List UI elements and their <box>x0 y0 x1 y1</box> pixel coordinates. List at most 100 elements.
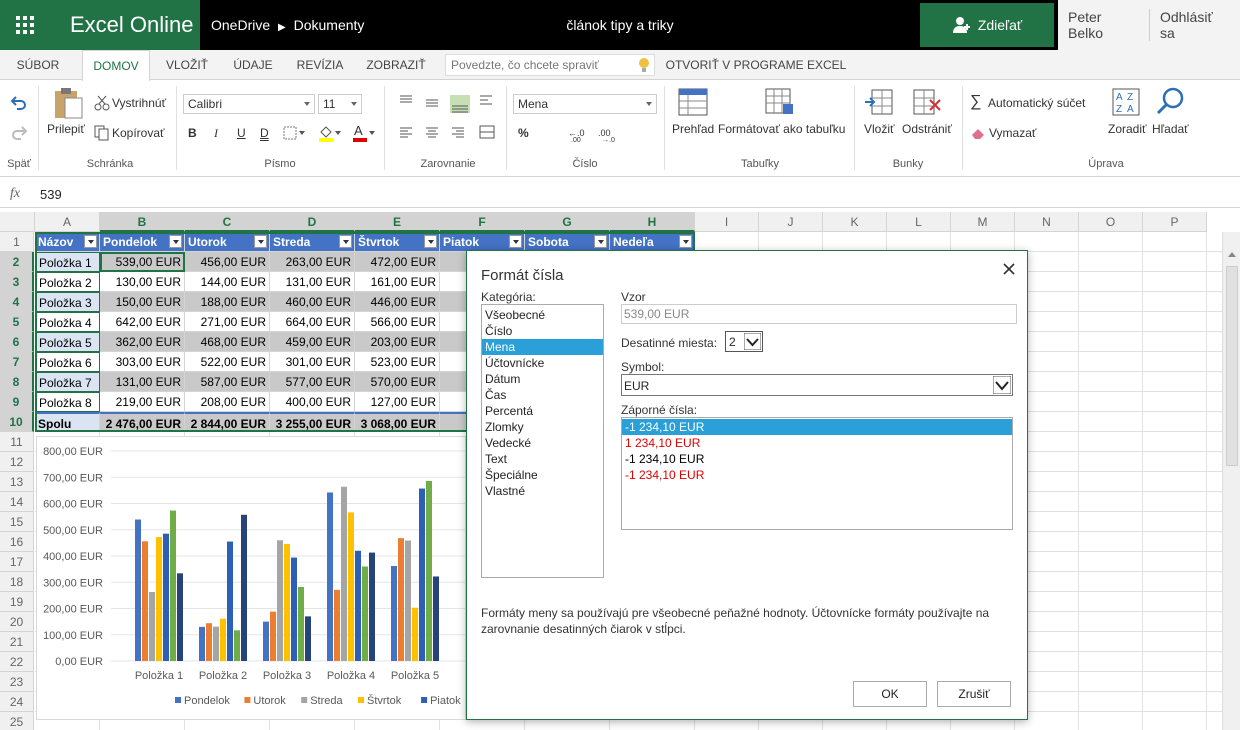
column-header-o[interactable]: O <box>1079 212 1143 232</box>
table-cell[interactable]: 131,00 EUR <box>270 272 355 292</box>
category-item[interactable]: Účtovnícke <box>482 355 603 371</box>
table-cell[interactable]: 577,00 EUR <box>270 372 355 392</box>
table-header-cell[interactable]: Utorok <box>185 232 270 252</box>
table-cell[interactable]: 587,00 EUR <box>185 372 270 392</box>
column-header-p[interactable]: P <box>1143 212 1207 232</box>
total-cell[interactable]: 2 844,00 EUR <box>185 412 270 432</box>
negative-numbers-list[interactable]: -1 234,10 EUR 1 234,10 EUR -1 234,10 EUR -1… <box>621 417 1013 530</box>
table-cell[interactable]: 127,00 EUR <box>355 392 440 412</box>
decimals-select[interactable]: 2 <box>725 331 763 352</box>
row-header-19[interactable]: 19 <box>0 592 34 612</box>
row-header-16[interactable]: 16 <box>0 532 34 552</box>
summary-button[interactable]: Prehľad <box>672 122 714 136</box>
filter-dropdown-icon[interactable] <box>169 235 182 248</box>
row-header-17[interactable]: 17 <box>0 552 34 572</box>
row-header-13[interactable]: 13 <box>0 472 34 492</box>
row-header-21[interactable]: 21 <box>0 632 34 652</box>
sort-icon[interactable]: AZZA <box>1112 88 1142 116</box>
column-header-l[interactable]: L <box>887 212 951 232</box>
table-cell[interactable]: 539,00 EUR <box>100 252 185 272</box>
column-header-n[interactable]: N <box>1015 212 1079 232</box>
number-format-select[interactable]: Mena <box>513 94 657 114</box>
share-button[interactable]: Zdieľať <box>920 3 1054 47</box>
filter-dropdown-icon[interactable] <box>594 235 607 248</box>
filter-dropdown-icon[interactable] <box>509 235 522 248</box>
table-cell[interactable]: Položka 3 <box>35 292 100 312</box>
row-header-14[interactable]: 14 <box>0 492 34 512</box>
negative-format-option[interactable]: -1 234,10 EUR <box>622 419 1012 435</box>
sigma-icon[interactable]: ∑ <box>970 93 981 111</box>
formula-input[interactable]: 539 <box>40 182 62 208</box>
table-cell[interactable]: 203,00 EUR <box>355 332 440 352</box>
table-cell[interactable]: Položka 7 <box>35 372 100 392</box>
category-item[interactable]: Špeciálne <box>482 467 603 483</box>
filter-dropdown-icon[interactable] <box>254 235 267 248</box>
row-header-23[interactable]: 23 <box>0 672 34 692</box>
sort-button[interactable]: Zoradiť <box>1108 122 1147 136</box>
ok-button[interactable]: OK <box>853 681 927 707</box>
cancel-button[interactable]: Zrušiť <box>937 681 1011 707</box>
table-cell[interactable]: 271,00 EUR <box>185 312 270 332</box>
table-cell[interactable]: Položka 5 <box>35 332 100 352</box>
total-cell[interactable]: 3 255,00 EUR <box>270 412 355 432</box>
table-header-cell[interactable]: Štvrtok <box>355 232 440 252</box>
table-cell[interactable]: 188,00 EUR <box>185 292 270 312</box>
copy-icon[interactable] <box>94 125 110 141</box>
category-item[interactable]: Zlomky <box>482 419 603 435</box>
total-cell[interactable]: 3 068,00 EUR <box>355 412 440 432</box>
row-header-10[interactable]: 10 <box>0 412 34 432</box>
tab-vlozit[interactable]: VLOŽIŤ <box>156 50 218 81</box>
scroll-up-icon[interactable] <box>1223 246 1240 264</box>
table-cell[interactable]: 219,00 EUR <box>100 392 185 412</box>
table-cell[interactable]: Položka 4 <box>35 312 100 332</box>
row-header-22[interactable]: 22 <box>0 652 34 672</box>
row-header-5[interactable]: 5 <box>0 312 34 332</box>
negative-format-option[interactable]: 1 234,10 EUR <box>622 435 1012 451</box>
signout-link[interactable]: Odhlásiť sa <box>1150 9 1240 41</box>
table-header-cell[interactable]: Nedeľa <box>610 232 695 252</box>
column-header-f[interactable]: F <box>440 212 525 232</box>
row-header-20[interactable]: 20 <box>0 612 34 632</box>
table-cell[interactable]: 459,00 EUR <box>270 332 355 352</box>
alignment-icons[interactable] <box>398 93 498 143</box>
column-header-j[interactable]: J <box>759 212 823 232</box>
column-header-g[interactable]: G <box>525 212 610 232</box>
table-cell[interactable]: 570,00 EUR <box>355 372 440 392</box>
insert-cells-icon[interactable] <box>864 88 894 116</box>
category-item[interactable]: Dátum <box>482 371 603 387</box>
tell-me-input[interactable]: Povedzte, čo chcete spraviť <box>445 54 655 76</box>
column-header-b[interactable]: B <box>100 212 185 232</box>
table-cell[interactable]: Položka 1 <box>35 252 100 272</box>
user-name[interactable]: Peter Belko <box>1058 9 1149 41</box>
breadcrumb-onedrive[interactable]: OneDrive <box>211 17 270 33</box>
table-cell[interactable]: 446,00 EUR <box>355 292 440 312</box>
filter-dropdown-icon[interactable] <box>424 235 437 248</box>
column-chart[interactable]: 800,00 EUR 700,00 EUR 600,00 EUR 500,00 EUR… <box>36 436 484 720</box>
delete-button[interactable]: Odstrániť <box>902 122 952 136</box>
category-item[interactable]: Vlastné <box>482 483 603 499</box>
table-header-cell[interactable]: Streda <box>270 232 355 252</box>
table-cell[interactable]: Položka 6 <box>35 352 100 372</box>
breadcrumb-dokumenty[interactable]: Dokumenty <box>294 17 365 33</box>
filter-dropdown-icon[interactable] <box>679 235 692 248</box>
row-header-12[interactable]: 12 <box>0 452 34 472</box>
row-header-9[interactable]: 9 <box>0 392 34 412</box>
category-list[interactable]: Všeobecné Číslo Mena Účtovnícke Dátum Čas Perc… <box>481 304 604 578</box>
category-item[interactable]: Vedecké <box>482 435 603 451</box>
table-cell[interactable]: 130,00 EUR <box>100 272 185 292</box>
table-cell[interactable]: 301,00 EUR <box>270 352 355 372</box>
table-cell[interactable]: 303,00 EUR <box>100 352 185 372</box>
table-header-cell[interactable]: Piatok <box>440 232 525 252</box>
row-header-1[interactable]: 1 <box>0 232 34 252</box>
open-in-excel-button[interactable]: OTVORIŤ V PROGRAME EXCEL <box>664 50 848 81</box>
column-header-i[interactable]: I <box>695 212 759 232</box>
negative-format-option[interactable]: -1 234,10 EUR <box>622 467 1012 483</box>
font-color-icon[interactable]: A <box>352 124 376 142</box>
table-cell[interactable]: 460,00 EUR <box>270 292 355 312</box>
italic-button[interactable]: I <box>214 126 218 141</box>
row-header-11[interactable]: 11 <box>0 432 34 452</box>
table-cell[interactable]: 468,00 EUR <box>185 332 270 352</box>
category-item[interactable]: Všeobecné <box>482 307 603 323</box>
table-cell[interactable]: 208,00 EUR <box>185 392 270 412</box>
table-cell[interactable]: 362,00 EUR <box>100 332 185 352</box>
